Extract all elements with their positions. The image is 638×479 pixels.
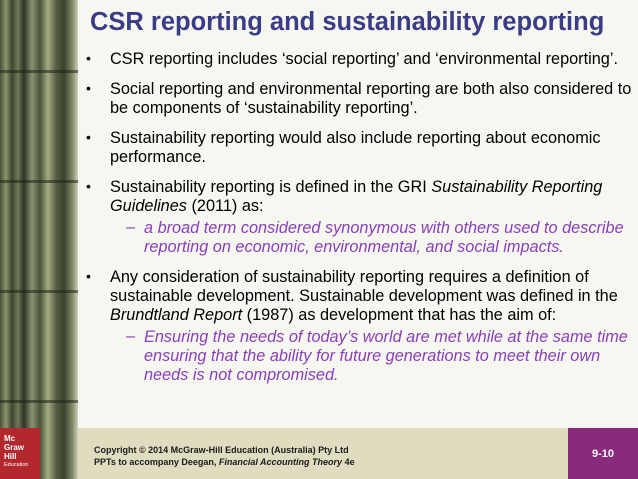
bullet-text: CSR reporting includes ‘social reporting…	[110, 50, 618, 68]
sub-bullet-dash-icon: –	[126, 218, 136, 236]
footer-ppt-credit: PPTs to accompany Deegan, Financial Acco…	[94, 457, 355, 467]
bullet-2: • Social reporting and environmental rep…	[84, 80, 632, 118]
sub-bullet-gri-definition: – a broad term considered synonymous wit…	[110, 218, 632, 257]
slide-content: • CSR reporting includes ‘social reporti…	[84, 50, 632, 396]
bullet-text: Sustainability reporting is defined in t…	[110, 178, 603, 215]
report-title: Brundtland Report	[110, 306, 243, 324]
bullet-text: Any consideration of sustainability repo…	[110, 268, 618, 324]
slide-number: 9-10	[568, 428, 638, 479]
bullet-text: Social reporting and environmental repor…	[110, 80, 632, 117]
bullet-3: • Sustainability reporting would also in…	[84, 129, 632, 167]
bullet-4: • Sustainability reporting is defined in…	[84, 178, 632, 257]
slide-title: CSR reporting and sustainability reporti…	[90, 8, 605, 36]
bamboo-background-image	[0, 0, 78, 479]
bullet-dot-icon: •	[86, 268, 91, 284]
bullet-dot-icon: •	[86, 80, 91, 96]
sub-bullet-dash-icon: –	[126, 327, 136, 345]
sub-bullet-brundtland-definition: – Ensuring the needs of today’s world ar…	[110, 327, 632, 385]
bullet-text: Sustainability reporting would also incl…	[110, 129, 601, 166]
bullet-1: • CSR reporting includes ‘social reporti…	[84, 50, 632, 69]
mcgraw-hill-logo: Mc Graw Hill Education	[0, 428, 40, 479]
slide-footer: Copyright © 2014 McGraw-Hill Education (…	[78, 428, 638, 479]
bullet-dot-icon: •	[86, 129, 91, 145]
sub-bullet-text: Ensuring the needs of today’s world are …	[144, 328, 628, 384]
bullet-5: • Any consideration of sustainability re…	[84, 268, 632, 385]
sub-bullet-text: a broad term considered synonymous with …	[144, 219, 624, 256]
footer-copyright: Copyright © 2014 McGraw-Hill Education (…	[94, 445, 349, 455]
bullet-dot-icon: •	[86, 178, 91, 194]
bullet-dot-icon: •	[86, 50, 91, 66]
